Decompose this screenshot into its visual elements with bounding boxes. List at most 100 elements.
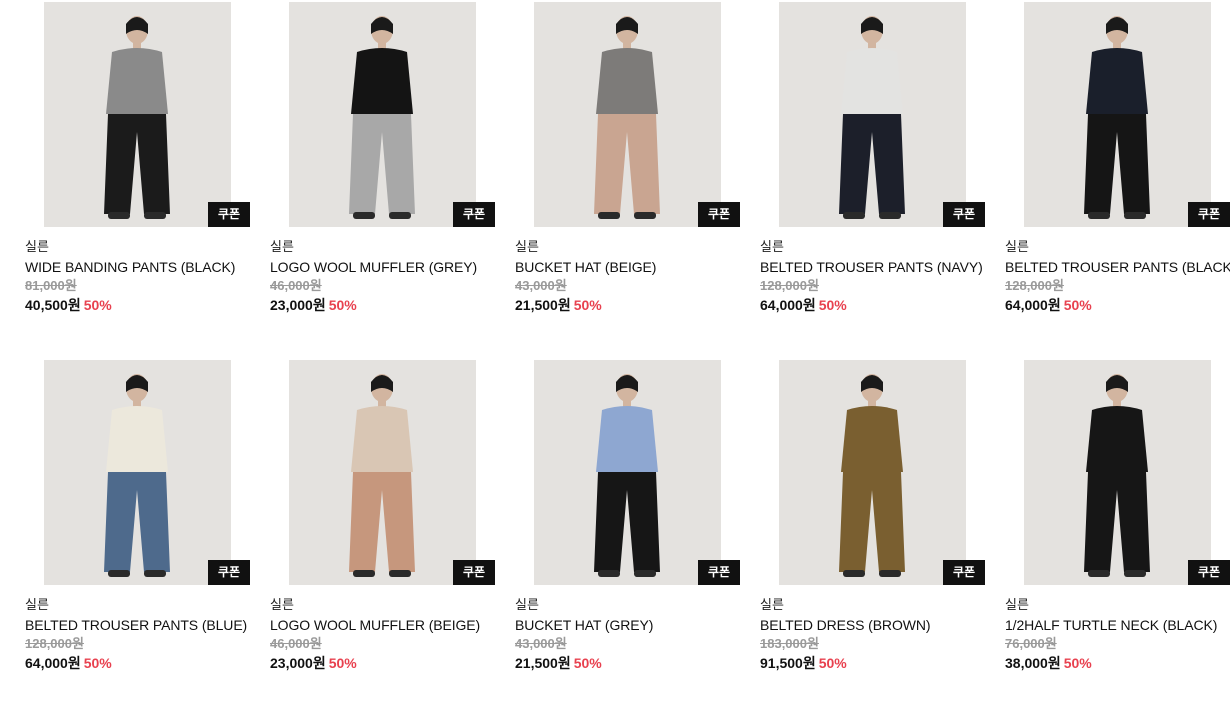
product-card[interactable]: 쿠폰 실른 WIDE BANDING PANTS (BLACK) 81,000원… [25, 2, 255, 314]
discount-rate: 50% [1063, 655, 1092, 671]
product-thumbnail[interactable]: 쿠폰 [760, 2, 985, 227]
product-card[interactable]: 쿠폰 실른 BELTED DRESS (BROWN) 183,000원 91,5… [760, 360, 990, 672]
discount-rate: 50% [1063, 297, 1092, 313]
product-thumbnail[interactable]: 쿠폰 [270, 2, 495, 227]
discount-rate: 50% [818, 655, 847, 671]
product-thumbnail[interactable]: 쿠폰 [760, 360, 985, 585]
original-price: 43,000원 [515, 278, 567, 293]
sale-price: 21,500원 [515, 297, 571, 313]
discount-rate: 50% [573, 655, 602, 671]
sale-price: 23,000원 [270, 297, 326, 313]
product-thumbnail[interactable]: 쿠폰 [270, 360, 495, 585]
product-brand: 실른 [1005, 597, 1029, 612]
sale-price: 64,000원 [25, 655, 81, 671]
price-row: 21,500원 50% [515, 296, 745, 314]
sale-price: 21,500원 [515, 655, 571, 671]
product-card[interactable]: 쿠폰 실른 BELTED TROUSER PANTS (NAVY) 128,00… [760, 2, 990, 314]
product-card[interactable]: 쿠폰 실른 BUCKET HAT (GREY) 43,000원 21,500원 5… [515, 360, 745, 672]
product-photo [44, 2, 231, 227]
product-name[interactable]: LOGO WOOL MUFFLER (GREY) [270, 258, 500, 276]
original-price: 46,000원 [270, 636, 322, 651]
sale-price: 64,000원 [1005, 297, 1061, 313]
price-row: 64,000원 50% [1005, 296, 1230, 314]
sale-price: 38,000원 [1005, 655, 1061, 671]
product-photo [44, 360, 231, 585]
product-card[interactable]: 쿠폰 실른 BELTED TROUSER PANTS (BLUE) 128,00… [25, 360, 255, 672]
price-row: 21,500원 50% [515, 654, 745, 672]
product-thumbnail[interactable]: 쿠폰 [515, 2, 740, 227]
product-name[interactable]: BUCKET HAT (GREY) [515, 616, 745, 634]
product-photo [1024, 360, 1211, 585]
product-photo [779, 2, 966, 227]
original-price: 183,000원 [760, 636, 819, 651]
discount-rate: 50% [83, 655, 112, 671]
coupon-badge[interactable]: 쿠폰 [698, 560, 740, 585]
sale-price: 64,000원 [760, 297, 816, 313]
product-card[interactable]: 쿠폰 실른 LOGO WOOL MUFFLER (GREY) 46,000원 2… [270, 2, 500, 314]
product-card[interactable]: 쿠폰 실른 LOGO WOOL MUFFLER (BEIGE) 46,000원 … [270, 360, 500, 672]
product-name[interactable]: 1/2HALF TURTLE NECK (BLACK) [1005, 616, 1230, 634]
product-photo [289, 2, 476, 227]
product-photo [1024, 2, 1211, 227]
product-thumbnail[interactable]: 쿠폰 [1005, 360, 1230, 585]
product-thumbnail[interactable]: 쿠폰 [515, 360, 740, 585]
product-brand: 실른 [1005, 239, 1029, 254]
product-brand: 실른 [25, 239, 49, 254]
coupon-badge[interactable]: 쿠폰 [698, 202, 740, 227]
original-price: 81,000원 [25, 278, 77, 293]
sale-price: 40,500원 [25, 297, 81, 313]
product-thumbnail[interactable]: 쿠폰 [25, 2, 250, 227]
product-card[interactable]: 쿠폰 실른 1/2HALF TURTLE NECK (BLACK) 76,000… [1005, 360, 1230, 672]
original-price: 128,000원 [1005, 278, 1064, 293]
product-name[interactable]: WIDE BANDING PANTS (BLACK) [25, 258, 255, 276]
price-row: 23,000원 50% [270, 296, 500, 314]
product-name[interactable]: BELTED TROUSER PANTS (BLUE) [25, 616, 255, 634]
price-row: 91,500원 50% [760, 654, 990, 672]
product-name[interactable]: BELTED TROUSER PANTS (NAVY) [760, 258, 990, 276]
original-price: 43,000원 [515, 636, 567, 651]
coupon-badge[interactable]: 쿠폰 [453, 202, 495, 227]
price-row: 64,000원 50% [760, 296, 990, 314]
product-thumbnail[interactable]: 쿠폰 [25, 360, 250, 585]
product-brand: 실른 [760, 239, 784, 254]
coupon-badge[interactable]: 쿠폰 [208, 202, 250, 227]
product-brand: 실른 [270, 597, 294, 612]
product-brand: 실른 [515, 597, 539, 612]
product-grid: 쿠폰 실른 WIDE BANDING PANTS (BLACK) 81,000원… [0, 0, 1230, 705]
original-price: 76,000원 [1005, 636, 1057, 651]
product-photo [534, 360, 721, 585]
product-photo [534, 2, 721, 227]
coupon-badge[interactable]: 쿠폰 [208, 560, 250, 585]
discount-rate: 50% [573, 297, 602, 313]
original-price: 46,000원 [270, 278, 322, 293]
price-row: 38,000원 50% [1005, 654, 1230, 672]
original-price: 128,000원 [25, 636, 84, 651]
discount-rate: 50% [83, 297, 112, 313]
product-card[interactable]: 쿠폰 실른 BELTED TROUSER PANTS (BLACK) 128,0… [1005, 2, 1230, 314]
discount-rate: 50% [328, 297, 357, 313]
product-brand: 실른 [760, 597, 784, 612]
coupon-badge[interactable]: 쿠폰 [1188, 560, 1230, 585]
product-brand: 실른 [25, 597, 49, 612]
product-name[interactable]: BELTED TROUSER PANTS (BLACK) [1005, 258, 1230, 276]
coupon-badge[interactable]: 쿠폰 [453, 560, 495, 585]
product-brand: 실른 [270, 239, 294, 254]
price-row: 23,000원 50% [270, 654, 500, 672]
product-photo [779, 360, 966, 585]
product-brand: 실른 [515, 239, 539, 254]
discount-rate: 50% [818, 297, 847, 313]
product-photo [289, 360, 476, 585]
product-name[interactable]: LOGO WOOL MUFFLER (BEIGE) [270, 616, 500, 634]
sale-price: 91,500원 [760, 655, 816, 671]
price-row: 40,500원 50% [25, 296, 255, 314]
coupon-badge[interactable]: 쿠폰 [943, 560, 985, 585]
coupon-badge[interactable]: 쿠폰 [943, 202, 985, 227]
product-name[interactable]: BUCKET HAT (BEIGE) [515, 258, 745, 276]
original-price: 128,000원 [760, 278, 819, 293]
product-card[interactable]: 쿠폰 실른 BUCKET HAT (BEIGE) 43,000원 21,500원… [515, 2, 745, 314]
coupon-badge[interactable]: 쿠폰 [1188, 202, 1230, 227]
product-thumbnail[interactable]: 쿠폰 [1005, 2, 1230, 227]
price-row: 64,000원 50% [25, 654, 255, 672]
discount-rate: 50% [328, 655, 357, 671]
product-name[interactable]: BELTED DRESS (BROWN) [760, 616, 990, 634]
